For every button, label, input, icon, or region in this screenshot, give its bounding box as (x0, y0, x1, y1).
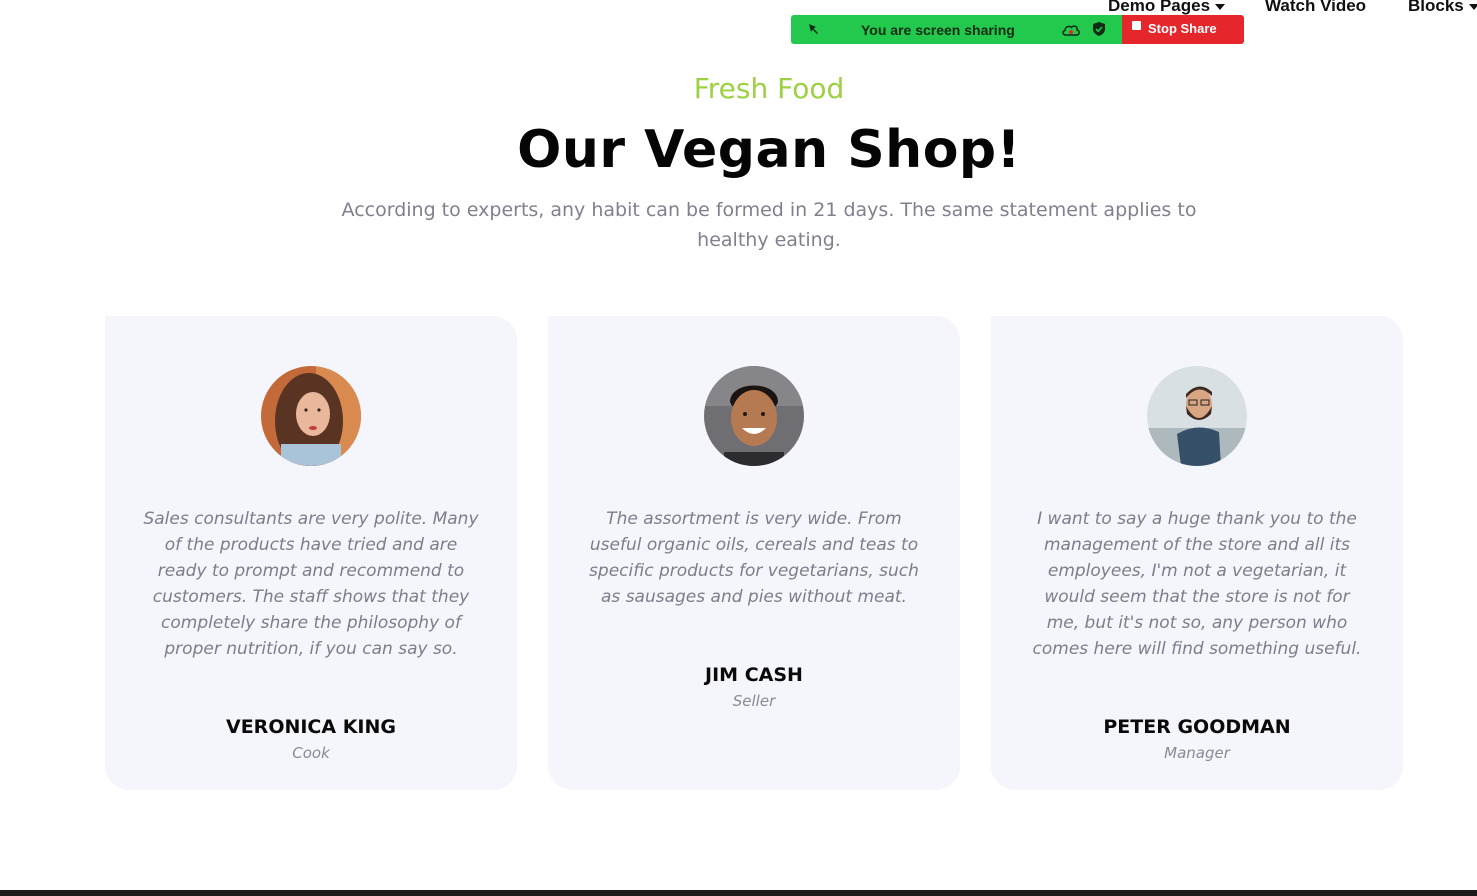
avatar-bearded-man-image (1147, 366, 1247, 466)
avatar-smiling-man-image (704, 366, 804, 466)
testimonial-quote: The assortment is very wide. From useful… (589, 509, 919, 607)
section-subtitle: According to experts, any habit can be f… (341, 199, 1197, 251)
avatar (261, 366, 361, 466)
testimonial-card: I want to say a huge thank you to the ma… (991, 316, 1403, 790)
nav-blocks-label: Blocks (1408, 0, 1464, 15)
nav-demo-pages-label: Demo Pages (1108, 0, 1211, 15)
avatar (1147, 366, 1247, 466)
testimonial-role: Seller (732, 692, 776, 710)
testimonial-card: The assortment is very wide. From useful… (548, 316, 960, 790)
nav-watch-video-label: Watch Video (1265, 0, 1367, 15)
testimonial-name: VERONICA KING (226, 716, 396, 738)
testimonial-quote: I want to say a huge thank you to the ma… (1032, 509, 1362, 659)
caret-down-icon (1468, 3, 1477, 10)
testimonial-name: JIM CASH (705, 664, 803, 686)
caret-down-icon (1215, 3, 1226, 10)
testimonial-quote: Sales consultants are very polite. Many … (143, 509, 479, 659)
testimonial-card: Sales consultants are very polite. Many … (105, 316, 517, 790)
screen-share-bar[interactable]: You are screen sharing (791, 15, 1122, 44)
testimonial-role: Manager (1164, 744, 1230, 762)
avatar (704, 366, 804, 466)
shield-icon[interactable] (1092, 21, 1106, 37)
cloud-icon[interactable] (1061, 22, 1081, 37)
nav-demo-pages[interactable]: Demo Pages (1108, 0, 1265, 16)
stop-share-label: Stop Share (1148, 21, 1217, 36)
testimonial-role: Cook (292, 744, 330, 762)
section-title: Our Vegan Shop! (517, 120, 1021, 180)
nav-watch-video[interactable]: Watch Video (1265, 0, 1408, 16)
stop-icon (1132, 21, 1141, 30)
nav-blocks[interactable]: Blocks (1408, 0, 1477, 16)
screen-share-status: You are screen sharing (861, 22, 1015, 38)
stop-share-button[interactable]: Stop Share (1122, 15, 1244, 44)
section-eyebrow: Fresh Food (693, 72, 845, 105)
avatar-woman-image (261, 366, 361, 466)
testimonial-name: PETER GOODMAN (1103, 716, 1291, 738)
drag-handle-icon[interactable] (807, 22, 821, 36)
footer-edge (0, 890, 1477, 896)
